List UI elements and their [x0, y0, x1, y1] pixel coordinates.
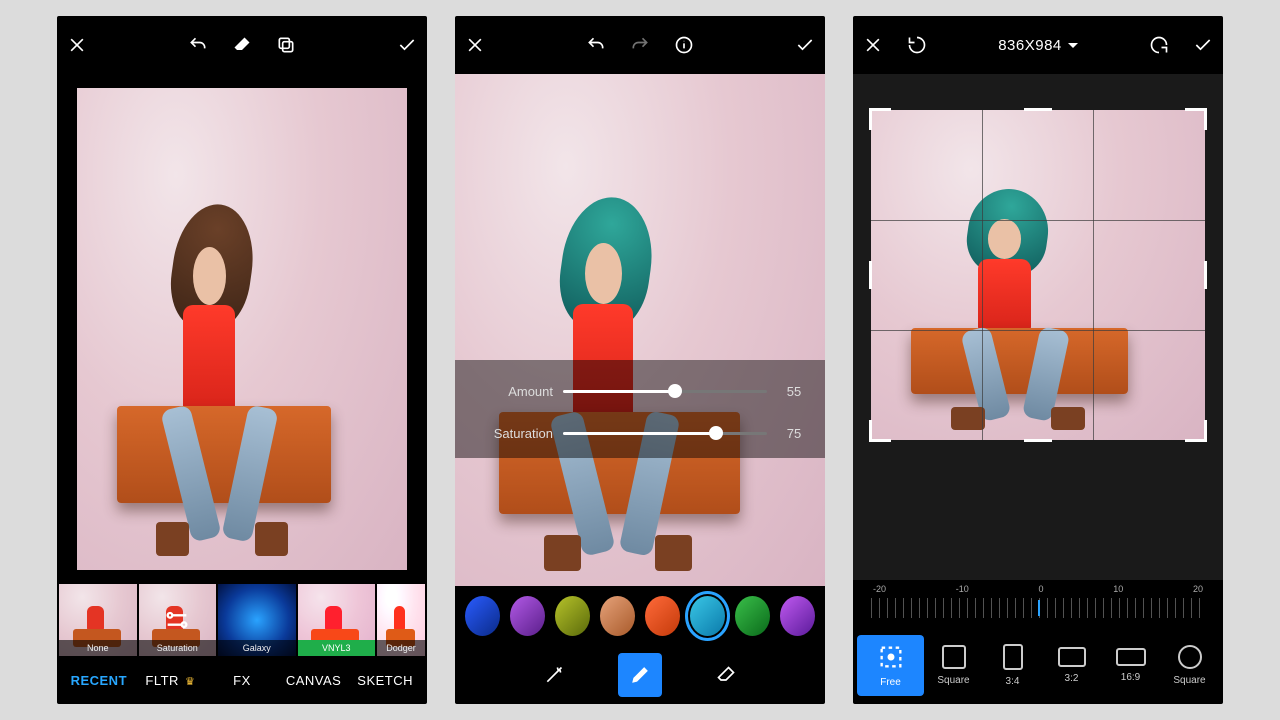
toolbar [455, 16, 825, 74]
color-swatch-4[interactable] [645, 596, 680, 636]
color-swatch-6[interactable] [735, 596, 770, 636]
color-swatches [455, 586, 825, 646]
color-swatch-5[interactable] [690, 596, 725, 636]
effect-none[interactable]: None [59, 584, 137, 656]
confirm-icon[interactable] [795, 35, 815, 55]
aspect-ratio-row: Free Square 3:4 3:2 16:9 Square [853, 626, 1223, 704]
phone-brush: Amount 55 Saturation 75 [455, 16, 825, 704]
ratio-label: 3:4 [1006, 676, 1020, 687]
crop-handle-br[interactable] [1185, 420, 1207, 442]
color-swatch-0[interactable] [465, 596, 500, 636]
effect-strip: NoneSaturationGalaxyVNYL3Dodger [57, 584, 427, 656]
photo-preview [455, 74, 825, 586]
brush-icon[interactable] [618, 653, 662, 697]
ratio-label: Square [937, 675, 969, 686]
close-icon[interactable] [863, 35, 883, 55]
crop-handle-tl[interactable] [869, 108, 891, 130]
phone-crop: 836X984 [853, 16, 1223, 704]
crop-area[interactable] [871, 110, 1205, 440]
slider-value: 55 [777, 384, 811, 399]
photo-preview [77, 88, 407, 570]
tool-row [455, 646, 825, 704]
crop-grid[interactable] [871, 110, 1205, 440]
crop-handle-bottom[interactable] [1024, 439, 1052, 442]
ruler-label: 10 [1113, 584, 1123, 594]
undo-icon[interactable] [586, 35, 606, 55]
crop-handle-left[interactable] [869, 261, 872, 289]
reset-icon[interactable] [907, 35, 927, 55]
ruler-label: 0 [1038, 584, 1043, 594]
canvas[interactable] [57, 74, 427, 584]
close-icon[interactable] [67, 35, 87, 55]
tab-fx[interactable]: FX [206, 673, 278, 688]
redo-icon[interactable] [630, 35, 650, 55]
slider-amount[interactable]: Amount 55 [469, 370, 811, 412]
ratio-square[interactable]: Square [1160, 645, 1219, 686]
category-tabs: RECENTFLTR ♛FXCANVASSKETCH [57, 656, 427, 704]
ratio-3-2[interactable]: 3:2 [1042, 647, 1101, 684]
crop-handle-bl[interactable] [869, 420, 891, 442]
undo-icon[interactable] [188, 35, 208, 55]
ratio-free[interactable]: Free [857, 635, 924, 696]
tab-sketch[interactable]: SKETCH [349, 673, 421, 688]
crop-handle-tr[interactable] [1185, 108, 1207, 130]
effect-galaxy[interactable]: Galaxy [218, 584, 296, 656]
toolbar: 836X984 [853, 16, 1223, 74]
toolbar [57, 16, 427, 74]
ratio-square[interactable]: Square [924, 645, 983, 686]
crop-handle-right[interactable] [1204, 261, 1207, 289]
straighten-ruler[interactable]: -20 -10 0 10 20 [853, 580, 1223, 626]
tab-fltr[interactable]: FLTR ♛ [135, 673, 207, 688]
ratio-label: Free [880, 677, 901, 688]
eraser-icon[interactable] [232, 35, 252, 55]
info-icon[interactable] [674, 35, 694, 55]
slider-label: Saturation [469, 426, 553, 441]
effect-vnyl3[interactable]: VNYL3 [298, 584, 376, 656]
effect-saturation[interactable]: Saturation [139, 584, 217, 656]
confirm-icon[interactable] [1193, 35, 1213, 55]
slider-value: 75 [777, 426, 811, 441]
slider-panel: Amount 55 Saturation 75 [455, 360, 825, 458]
ruler-label: 20 [1193, 584, 1203, 594]
layers-icon[interactable] [276, 35, 296, 55]
ratio-3-4[interactable]: 3:4 [983, 644, 1042, 687]
crop-dimensions[interactable]: 836X984 [998, 37, 1078, 54]
ruler-label: -10 [956, 584, 969, 594]
ratio-label: Square [1173, 675, 1205, 686]
redo-rotate-icon[interactable] [1149, 35, 1169, 55]
magic-wand-icon[interactable] [532, 653, 576, 697]
crop-handle-top[interactable] [1024, 108, 1052, 111]
ratio-label: 3:2 [1065, 673, 1079, 684]
confirm-icon[interactable] [397, 35, 417, 55]
slider-saturation[interactable]: Saturation 75 [469, 412, 811, 454]
tab-canvas[interactable]: CANVAS [278, 673, 350, 688]
color-swatch-7[interactable] [780, 596, 815, 636]
tab-recent[interactable]: RECENT [63, 673, 135, 688]
effect-dodger[interactable]: Dodger [377, 584, 425, 656]
phone-effects: NoneSaturationGalaxyVNYL3Dodger RECENTFL… [57, 16, 427, 704]
ruler-label: -20 [873, 584, 886, 594]
close-icon[interactable] [465, 35, 485, 55]
color-swatch-2[interactable] [555, 596, 590, 636]
slider-label: Amount [469, 384, 553, 399]
canvas[interactable]: Amount 55 Saturation 75 [455, 74, 825, 586]
ratio-label: 16:9 [1121, 672, 1140, 683]
ratio-16-9[interactable]: 16:9 [1101, 648, 1160, 683]
canvas[interactable] [853, 74, 1223, 580]
color-swatch-3[interactable] [600, 596, 635, 636]
color-swatch-1[interactable] [510, 596, 545, 636]
eraser-icon[interactable] [704, 653, 748, 697]
